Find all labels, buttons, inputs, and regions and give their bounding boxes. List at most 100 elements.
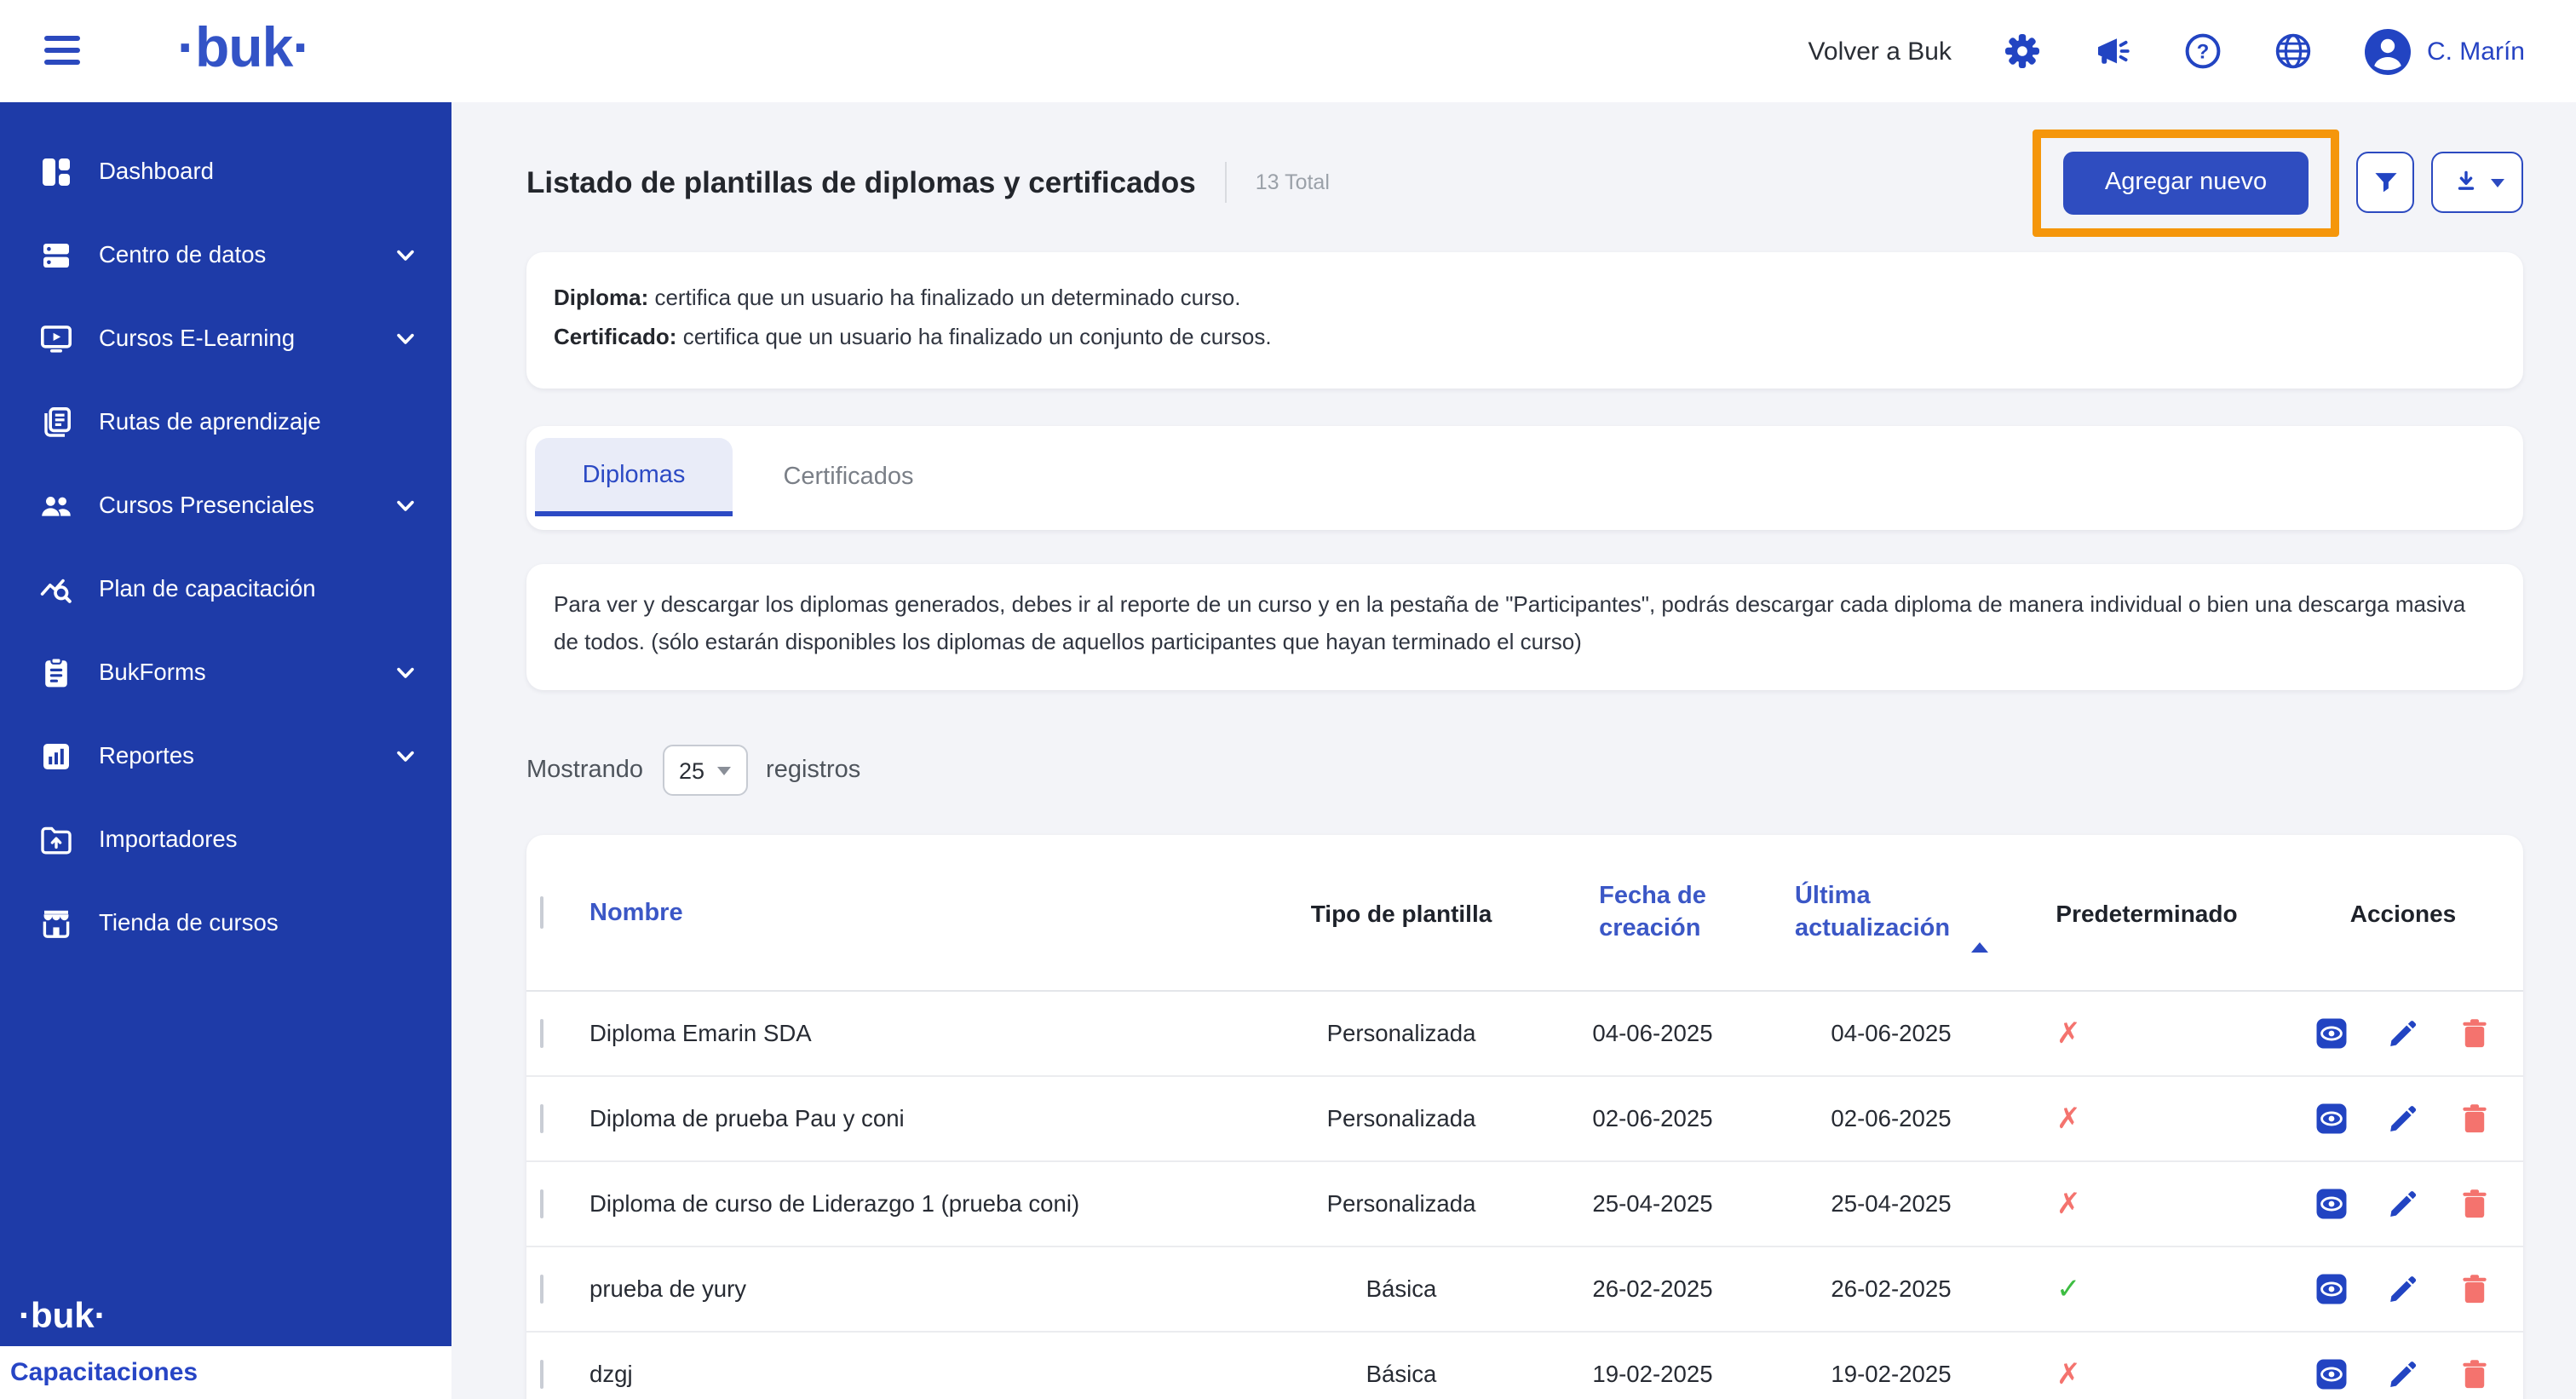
tabs-card: Diplomas Certificados <box>526 426 2523 530</box>
table-row: Diploma de curso de Liderazgo 1 (prueba … <box>526 1162 2523 1247</box>
page-size-select[interactable]: 25 <box>662 745 747 796</box>
sidebar-item-icon <box>39 655 73 689</box>
trash-icon <box>2458 1188 2491 1220</box>
tab-diplomas[interactable]: Diplomas <box>535 438 733 516</box>
default-no-icon: ✗ <box>2056 1357 2081 1391</box>
edit-button[interactable] <box>2387 1358 2419 1390</box>
column-header-acciones: Acciones <box>2283 899 2523 926</box>
table-row: prueba de yury Básica 26-02-2025 26-02-2… <box>526 1247 2523 1333</box>
default-yes-icon: ✓ <box>2056 1272 2081 1306</box>
chevron-down-icon <box>394 326 417 350</box>
table-row: Diploma Emarin SDA Personalizada 04-06-2… <box>526 992 2523 1077</box>
updated-date: 19-02-2025 <box>1772 1362 2010 1387</box>
select-all-checkbox[interactable] <box>540 895 543 928</box>
templates-table: Nombre Tipo de plantilla Fecha decreació… <box>526 835 2523 1399</box>
sidebar-item-icon <box>39 739 73 773</box>
delete-button[interactable] <box>2458 1188 2491 1220</box>
chevron-down-icon <box>394 493 417 517</box>
pencil-icon <box>2387 1017 2419 1050</box>
edit-button[interactable] <box>2387 1273 2419 1305</box>
pencil-icon <box>2387 1273 2419 1305</box>
globe-icon[interactable] <box>2275 32 2313 70</box>
row-checkbox[interactable] <box>540 1360 543 1389</box>
preview-button[interactable] <box>2315 1103 2348 1135</box>
row-checkbox[interactable] <box>540 1104 543 1133</box>
column-header-tipo: Tipo de plantilla <box>1269 899 1533 926</box>
filter-button[interactable] <box>2356 152 2414 213</box>
sidebar-nav: Dashboard Centro de datos Cursos E-Learn… <box>0 102 451 964</box>
row-checkbox[interactable] <box>540 1019 543 1048</box>
sidebar-item-bukforms[interactable]: BukForms <box>0 630 451 714</box>
sidebar-item-cursos-e-learning[interactable]: Cursos E-Learning <box>0 296 451 380</box>
created-date: 04-06-2025 <box>1533 1021 1772 1046</box>
table-body: Diploma Emarin SDA Personalizada 04-06-2… <box>526 992 2523 1399</box>
page-size-row: Mostrando 25 registros <box>526 745 860 796</box>
menu-icon[interactable] <box>44 36 80 65</box>
eye-icon <box>2315 1273 2348 1305</box>
help-icon[interactable] <box>2185 32 2222 70</box>
annotation-highlight-box: Agregar nuevo <box>2033 129 2339 236</box>
sidebar-item-label: Plan de capacitación <box>99 576 316 602</box>
caret-down-icon <box>716 766 730 774</box>
trash-icon <box>2458 1273 2491 1305</box>
page-title: Listado de plantillas de diplomas y cert… <box>526 164 1196 200</box>
preview-button[interactable] <box>2315 1273 2348 1305</box>
sidebar-item-icon <box>39 822 73 856</box>
avatar-icon <box>2366 28 2412 74</box>
sidebar-item-tienda-de-cursos[interactable]: Tienda de cursos <box>0 881 451 964</box>
column-header-fecha-creacion[interactable]: Fecha decreación <box>1533 880 1772 945</box>
sidebar-item-label: Centro de datos <box>99 242 266 268</box>
eye-icon <box>2315 1358 2348 1390</box>
preview-button[interactable] <box>2315 1188 2348 1220</box>
sidebar-footer-logo: ·buk· <box>19 1297 106 1338</box>
created-date: 02-06-2025 <box>1533 1106 1772 1131</box>
created-date: 19-02-2025 <box>1533 1362 1772 1387</box>
module-strip: Capacitaciones <box>0 1346 451 1399</box>
updated-date: 26-02-2025 <box>1772 1276 2010 1302</box>
back-to-buk-link[interactable]: Volver a Buk <box>1808 37 1952 66</box>
edit-button[interactable] <box>2387 1188 2419 1220</box>
template-name: dzgj <box>578 1362 1269 1387</box>
sidebar-item-plan-de-capacitación[interactable]: Plan de capacitación <box>0 547 451 630</box>
default-no-icon: ✗ <box>2056 1016 2081 1051</box>
user-menu[interactable]: C. Marín <box>2366 28 2525 74</box>
sidebar-item-cursos-presenciales[interactable]: Cursos Presenciales <box>0 463 451 547</box>
column-header-ultima-actualizacion[interactable]: Últimaactualización <box>1772 880 2010 945</box>
delete-button[interactable] <box>2458 1358 2491 1390</box>
pencil-icon <box>2387 1358 2419 1390</box>
pencil-icon <box>2387 1188 2419 1220</box>
sidebar-item-label: Tienda de cursos <box>99 910 279 936</box>
table-row: Diploma de prueba Pau y coni Personaliza… <box>526 1077 2523 1162</box>
sidebar-item-centro-de-datos[interactable]: Centro de datos <box>0 213 451 296</box>
template-name: Diploma Emarin SDA <box>578 1021 1269 1046</box>
app-window: ·buk· Volver a Buk C. Marín Dashboard Ce… <box>0 0 2576 1399</box>
delete-button[interactable] <box>2458 1273 2491 1305</box>
template-name: prueba de yury <box>578 1276 1269 1302</box>
diploma-definition: Diploma: certifica que un usuario ha fin… <box>554 278 2496 317</box>
edit-button[interactable] <box>2387 1017 2419 1050</box>
sidebar-item-label: Rutas de aprendizaje <box>99 409 321 435</box>
preview-button[interactable] <box>2315 1358 2348 1390</box>
delete-button[interactable] <box>2458 1017 2491 1050</box>
sidebar-item-dashboard[interactable]: Dashboard <box>0 130 451 213</box>
sidebar-item-reportes[interactable]: Reportes <box>0 714 451 797</box>
tab-certificados[interactable]: Certificados <box>733 438 964 516</box>
add-new-button[interactable]: Agregar nuevo <box>2063 151 2309 214</box>
total-count-badge: 13 Total <box>1256 170 1330 194</box>
row-checkbox[interactable] <box>540 1189 543 1218</box>
delete-button[interactable] <box>2458 1103 2491 1135</box>
trash-icon <box>2458 1017 2491 1050</box>
sidebar-item-label: Dashboard <box>99 158 214 184</box>
preview-button[interactable] <box>2315 1017 2348 1050</box>
sidebar-item-importadores[interactable]: Importadores <box>0 797 451 881</box>
buk-logo: ·buk· <box>177 15 310 80</box>
gear-icon[interactable] <box>2004 32 2042 70</box>
module-capacitaciones-link[interactable]: Capacitaciones <box>10 1358 198 1387</box>
sidebar-item-icon <box>39 572 73 606</box>
column-header-nombre[interactable]: Nombre <box>578 899 1269 926</box>
edit-button[interactable] <box>2387 1103 2419 1135</box>
row-checkbox[interactable] <box>540 1275 543 1304</box>
download-button[interactable] <box>2431 152 2523 213</box>
sidebar-item-rutas-de-aprendizaje[interactable]: Rutas de aprendizaje <box>0 380 451 463</box>
megaphone-icon[interactable] <box>2095 32 2132 70</box>
